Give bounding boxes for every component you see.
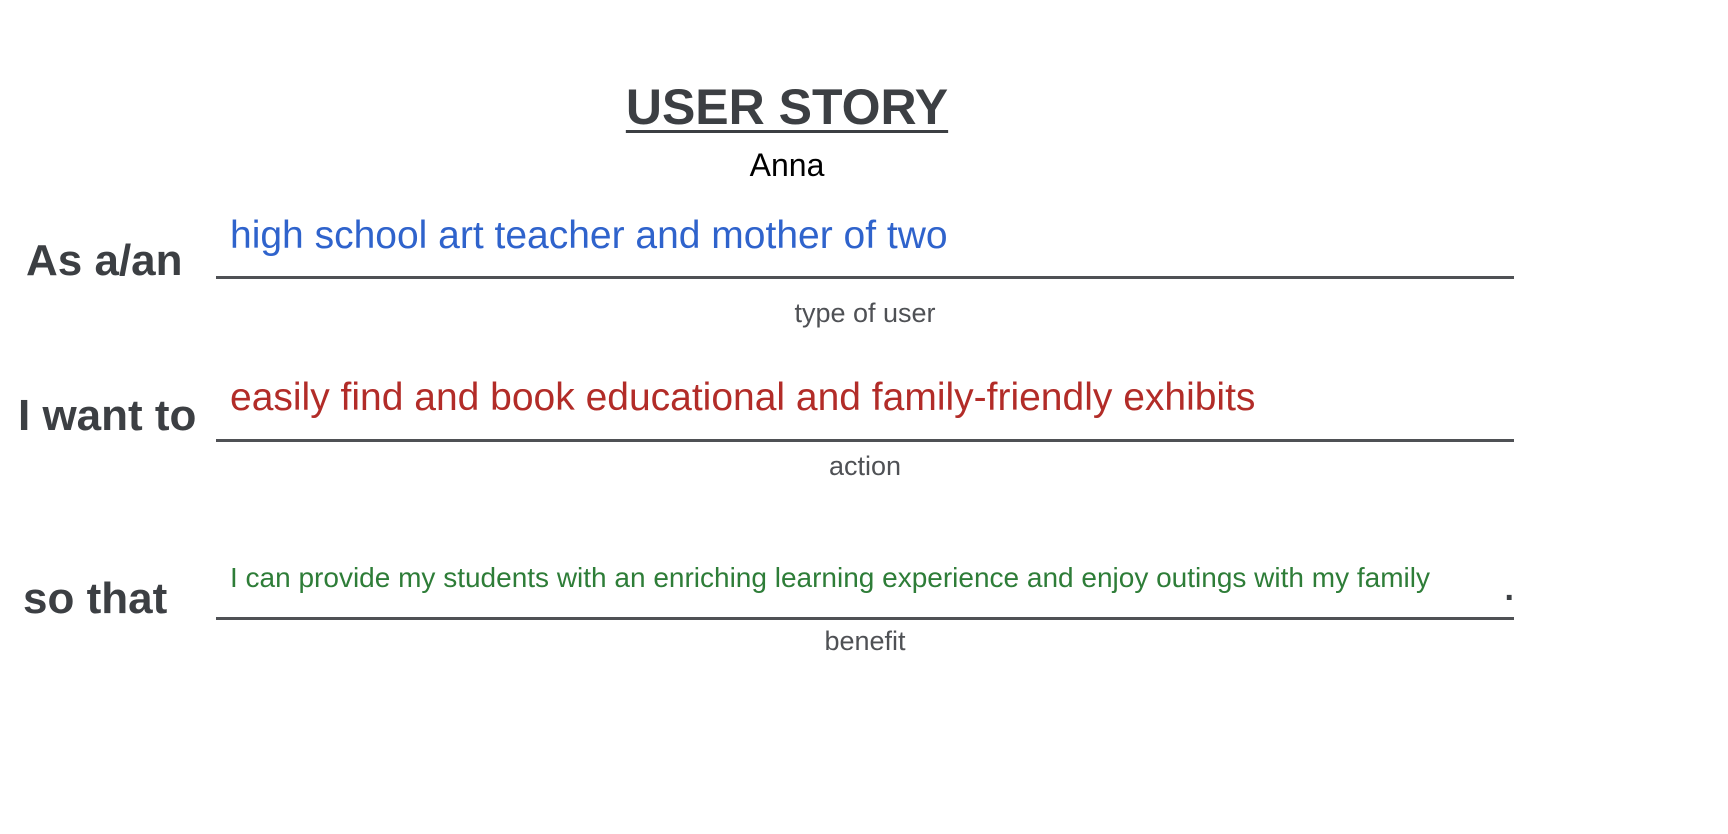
action-label: I want to (18, 391, 197, 440)
benefit-label: so that (23, 574, 168, 623)
user-type-caption: type of user (794, 298, 936, 328)
benefit-caption: benefit (824, 626, 906, 656)
page-title: USER STORY (625, 79, 949, 135)
benefit-field[interactable]: I can provide my students with an enrich… (216, 556, 1514, 620)
action-value: easily find and book educational and fam… (230, 376, 1256, 419)
persona-name: Anna (749, 147, 825, 183)
action-field[interactable]: easily find and book educational and fam… (216, 370, 1514, 442)
user-type-value: high school art teacher and mother of tw… (230, 214, 948, 257)
user-type-label: As a/an (26, 236, 183, 285)
benefit-period: . (1504, 570, 1514, 608)
benefit-value: I can provide my students with an enrich… (230, 562, 1430, 593)
user-type-field[interactable]: high school art teacher and mother of tw… (216, 206, 1514, 279)
action-caption: action (828, 451, 902, 481)
